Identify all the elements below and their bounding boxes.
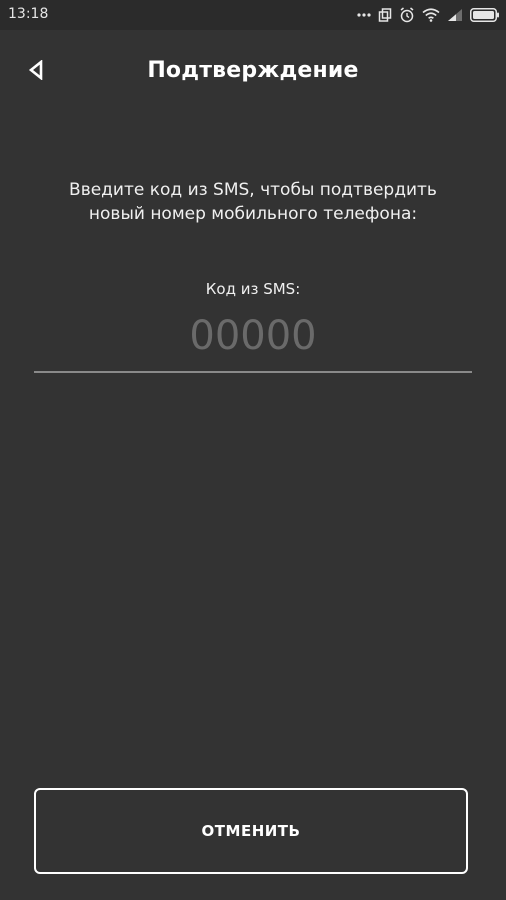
status-bar: 13:18 [0,0,506,30]
copy-icon [378,8,392,22]
signal-icon [447,8,463,22]
sms-code-input[interactable] [34,308,472,364]
wifi-icon [422,8,440,22]
sms-code-label: Код из SMS: [205,280,301,298]
sms-code-underline [34,371,472,373]
status-icons [357,5,500,25]
battery-icon [470,8,500,22]
more-dots-icon [357,8,371,22]
instruction-line-2: новый номер мобильного телефона: [88,204,418,224]
alarm-icon [399,7,415,23]
sms-confirmation-screen: 13:18 Подтверждение Введите код из SMS, … [0,0,506,900]
instruction-text: Введите код из SMS, чтобы подтвердить но… [40,178,466,226]
instruction-line-1: Введите код из SMS, чтобы подтвердить [69,180,437,200]
status-time: 13:18 [8,6,49,22]
cancel-button[interactable]: ОТМЕНИТЬ [34,788,468,874]
page-title: Подтверждение [147,58,359,83]
